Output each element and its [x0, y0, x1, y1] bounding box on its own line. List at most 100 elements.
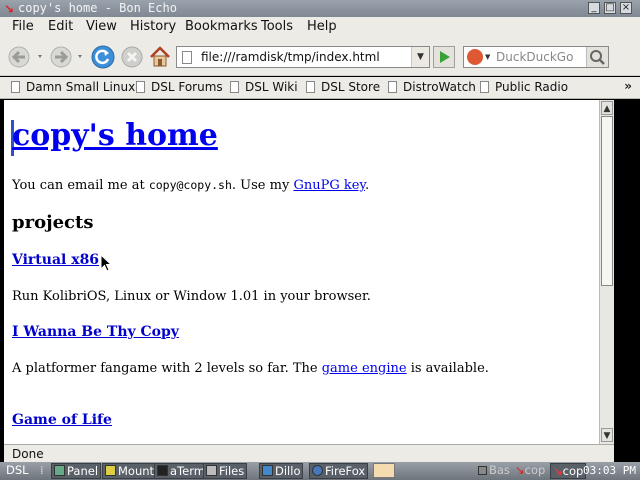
- menu-file[interactable]: File: [12, 19, 34, 34]
- search-input[interactable]: ▼ DuckDuckGo: [463, 46, 609, 68]
- search-button[interactable]: [586, 47, 608, 67]
- menu-view[interactable]: View: [86, 19, 117, 34]
- url-history-dropdown[interactable]: ▼: [411, 47, 429, 67]
- page-content: copy's home You can email me at copy@cop…: [4, 100, 599, 444]
- bookmark-dsl-wiki[interactable]: DSL Wiki: [230, 80, 298, 94]
- swirl-icon: ↘: [553, 464, 563, 478]
- magnifier-icon: [590, 50, 605, 65]
- desktop-background: [614, 100, 640, 444]
- email-prefix: You can email me at: [12, 178, 149, 193]
- bookmark-dsl-forums[interactable]: DSL Forums: [136, 80, 223, 94]
- email-address: copy@copy.sh: [148, 178, 232, 192]
- swirl-icon: ↘: [515, 463, 525, 477]
- minimize-button[interactable]: _: [588, 2, 600, 14]
- menu-tools[interactable]: Tools: [261, 19, 293, 34]
- projects-heading: projects: [12, 212, 94, 233]
- window-titlebar[interactable]: ↘ copy's home - Bon Echo _ □ ×: [0, 0, 640, 17]
- bookmark-page-icon: [11, 81, 20, 93]
- mount-icon: [105, 465, 116, 476]
- task-files[interactable]: Files: [203, 463, 248, 479]
- page-icon: [182, 51, 192, 64]
- taskbar: DSL ⁞ Panel Mount aTerm Files Dillo Fire…: [0, 462, 640, 480]
- window-title: copy's home - Bon Echo: [18, 1, 177, 15]
- swirl-icon: ↘: [4, 2, 15, 16]
- bookmarks-overflow-button[interactable]: »: [624, 79, 632, 93]
- stop-icon: [121, 46, 143, 68]
- menu-history[interactable]: History: [130, 19, 176, 34]
- email-suffix: .: [365, 178, 370, 193]
- bookmark-label: Damn Small Linux: [26, 80, 136, 94]
- scroll-up-button[interactable]: ▲: [601, 101, 613, 115]
- forward-arrow-icon: [50, 46, 82, 68]
- clock: 03:03 PM: [583, 464, 636, 477]
- bookmark-page-icon: [136, 81, 145, 93]
- scroll-down-button[interactable]: ▼: [601, 428, 613, 442]
- bookmark-label: DSL Store: [321, 80, 381, 94]
- duckduckgo-icon[interactable]: [467, 49, 483, 65]
- task-dillo[interactable]: Dillo: [259, 463, 304, 479]
- project-virtual-x86-desc: Run KolibriOS, Linux or Window 1.01 in y…: [12, 289, 371, 304]
- task-label: Files: [219, 464, 245, 478]
- panel-icon: [54, 465, 65, 476]
- back-arrow-icon: [8, 46, 42, 68]
- task-label: Panel: [67, 464, 99, 478]
- bookmark-dsl-store[interactable]: DSL Store: [306, 80, 380, 94]
- maximize-button[interactable]: □: [604, 2, 616, 14]
- game-engine-link[interactable]: game engine: [322, 361, 407, 376]
- project-copy-link[interactable]: I Wanna Be Thy Copy: [12, 324, 179, 340]
- task-mount[interactable]: Mount: [102, 463, 158, 479]
- start-button[interactable]: DSL: [4, 463, 31, 479]
- url-bar[interactable]: file:///ramdisk/tmp/index.html ▼: [176, 46, 430, 68]
- task-aterm[interactable]: aTerm: [154, 463, 208, 479]
- tray-item-cop-2[interactable]: ↘cop: [550, 463, 587, 479]
- status-text: Done: [12, 447, 44, 461]
- project-copy-desc-suffix: is available.: [406, 361, 489, 376]
- files-icon: [206, 465, 217, 476]
- task-label: Dillo: [275, 464, 301, 478]
- email-line: You can email me at copy@copy.sh. Use my…: [12, 178, 369, 193]
- tray-icon: [478, 466, 487, 475]
- bookmarks-toolbar: Damn Small Linux DSL Forums DSL Wiki DSL…: [0, 77, 640, 99]
- back-button[interactable]: [6, 45, 46, 69]
- bookmark-damn-small-linux[interactable]: Damn Small Linux: [11, 80, 135, 94]
- menu-bookmarks[interactable]: Bookmarks: [185, 19, 258, 34]
- project-copy-desc-prefix: A platformer fangame with 2 levels so fa…: [12, 361, 322, 376]
- bookmark-page-icon: [388, 81, 397, 93]
- tray-label: cop: [562, 464, 584, 478]
- project-virtual-x86-link[interactable]: Virtual x86: [12, 252, 99, 268]
- dillo-icon: [262, 465, 273, 476]
- tray-item-cop-1[interactable]: ↘cop: [513, 463, 547, 479]
- forward-button[interactable]: [48, 45, 88, 69]
- search-engine-dropdown[interactable]: ▼: [485, 53, 490, 61]
- page-title-link[interactable]: copy's home: [12, 118, 218, 153]
- bookmark-label: Public Radio: [495, 80, 569, 94]
- firefox-icon: [312, 465, 323, 476]
- gnupg-key-link[interactable]: GnuPG key: [293, 178, 365, 193]
- task-label: FireFox: [325, 464, 366, 478]
- bookmark-label: DSL Wiki: [245, 80, 298, 94]
- active-window-indicator[interactable]: [373, 463, 395, 478]
- scrollbar-thumb[interactable]: [601, 116, 613, 286]
- tray-label: cop: [524, 463, 546, 477]
- home-button[interactable]: [147, 45, 173, 69]
- vertical-scrollbar[interactable]: ▲ ▼: [599, 100, 614, 444]
- go-button[interactable]: [433, 46, 455, 68]
- stop-button[interactable]: [119, 45, 145, 69]
- bookmark-distrowatch[interactable]: DistroWatch: [388, 80, 476, 94]
- reload-button[interactable]: [90, 45, 116, 69]
- bookmark-label: DistroWatch: [403, 80, 476, 94]
- bookmark-label: DSL Forums: [151, 80, 223, 94]
- taskbar-separator: ⁞: [40, 463, 44, 477]
- close-button[interactable]: ×: [620, 2, 632, 14]
- url-text: file:///ramdisk/tmp/index.html: [201, 50, 380, 64]
- tray-item-bas[interactable]: Bas: [476, 463, 512, 479]
- task-panel[interactable]: Panel: [51, 463, 102, 479]
- menu-edit[interactable]: Edit: [48, 19, 73, 34]
- bookmark-public-radio[interactable]: Public Radio: [480, 80, 568, 94]
- menu-help[interactable]: Help: [307, 19, 337, 34]
- task-firefox[interactable]: FireFox: [309, 463, 369, 479]
- bookmark-page-icon: [480, 81, 489, 93]
- project-game-of-life-link[interactable]: Game of Life: [12, 412, 112, 428]
- tray-label: Bas: [489, 463, 510, 477]
- project-copy-desc: A platformer fangame with 2 levels so fa…: [12, 361, 489, 376]
